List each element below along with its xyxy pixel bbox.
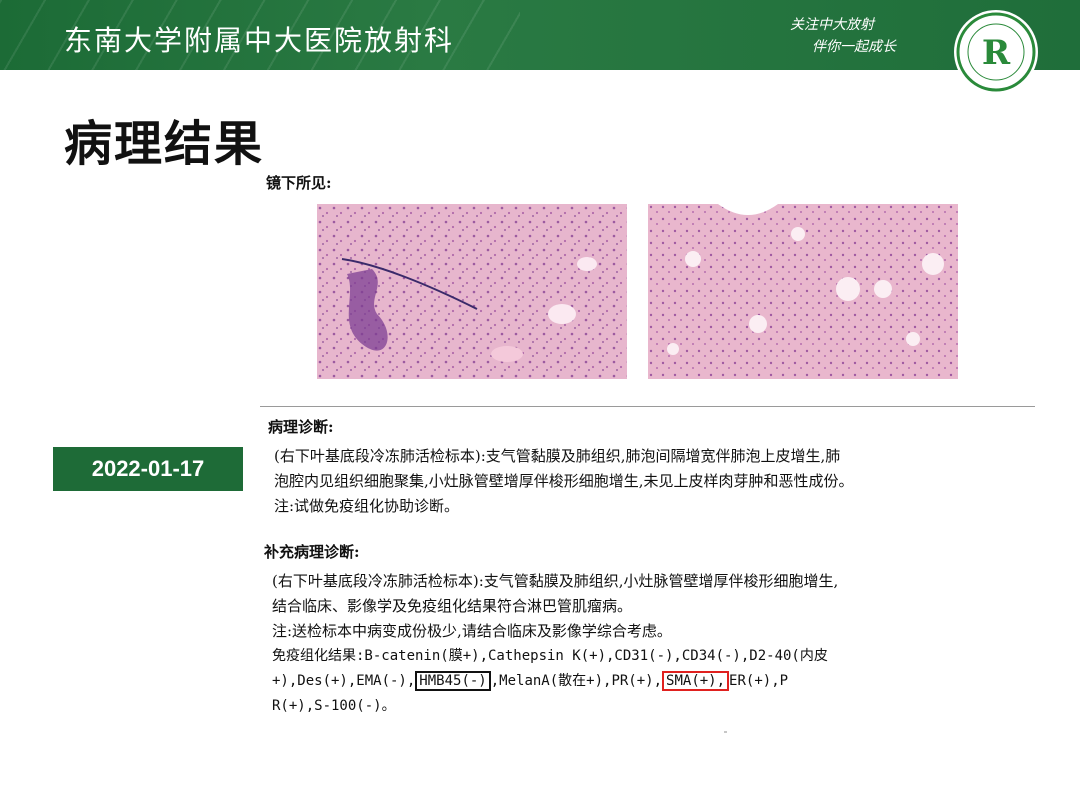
ihc-line-2-a: +),Des(+),EMA(-), [272,673,416,689]
section-divider [260,406,1035,407]
ihc-line-3: R(+),S-100(-)。 [272,698,396,714]
sma-highlight: SMA(+), [662,671,730,691]
supplementary-title: 补充病理诊断: [264,543,360,561]
microscopy-label: 镜下所见: [266,174,332,192]
supplementary-line-1: (右下叶基底段冷冻肺活检标本):支气管黏膜及肺组织,小灶脉管壁增厚伴梭形细胞增生… [272,572,839,590]
date-badge: 2022-01-17 [53,447,243,491]
histology-image-left [317,204,627,379]
slogan-line-1: 关注中大放射 [790,17,874,33]
diagnosis-note: 注:试做免疫组化协助诊断。 [274,497,460,515]
logo-letter: R [982,33,1011,73]
slogan-line-2: 伴你一起成长 [812,39,896,55]
ihc-line-2-b: ,MelanA(散在+),PR(+), [490,673,663,689]
ihc-line-2: +),Des(+),EMA(-), HMB45(-) ,MelanA(散在+),PR… [272,669,1032,694]
ihc-line-2-c: ER(+),P [729,673,789,689]
diagnosis-body: (右下叶基底段冷冻肺活检标本):支气管黏膜及肺组织,肺泡间隔增宽伴肺泡上皮增生,… [274,444,1024,519]
header-title: 东南大学附属中大医院放射科 [64,24,455,57]
supplementary-line-2: 结合临床、影像学及免疫组化结果符合淋巴管肌瘤病。 [272,597,633,615]
histology-image-right [648,204,958,379]
diagnosis-title: 病理诊断: [268,418,334,436]
hmb45-highlight: HMB45(-) [415,671,491,691]
page-title: 病理结果 [64,116,265,172]
supplementary-body: (右下叶基底段冷冻肺活检标本):支气管黏膜及肺组织,小灶脉管壁增厚伴梭形细胞增生… [272,569,1032,719]
header-band: 东南大学附属中大医院放射科 关注中大放射 伴你一起成长 [0,0,1080,70]
stray-mark [724,731,727,733]
diagnosis-line-1: (右下叶基底段冷冻肺活检标本):支气管黏膜及肺组织,肺泡间隔增宽伴肺泡上皮增生,… [274,447,841,465]
hospital-logo-icon: R [954,10,1038,94]
diagnosis-line-2: 泡腔内见组织细胞聚集,小灶脉管壁增厚伴梭形细胞增生,未见上皮样肉芽肿和恶性成份。 [274,472,854,490]
slogan: 关注中大放射 伴你一起成长 [790,14,896,58]
supplementary-note: 注:送检标本中病变成份极少,请结合临床及影像学综合考虑。 [272,622,672,640]
ihc-line-1: 免疫组化结果:B-catenin(膜+),Cathepsin K(+),CD31… [272,648,828,664]
